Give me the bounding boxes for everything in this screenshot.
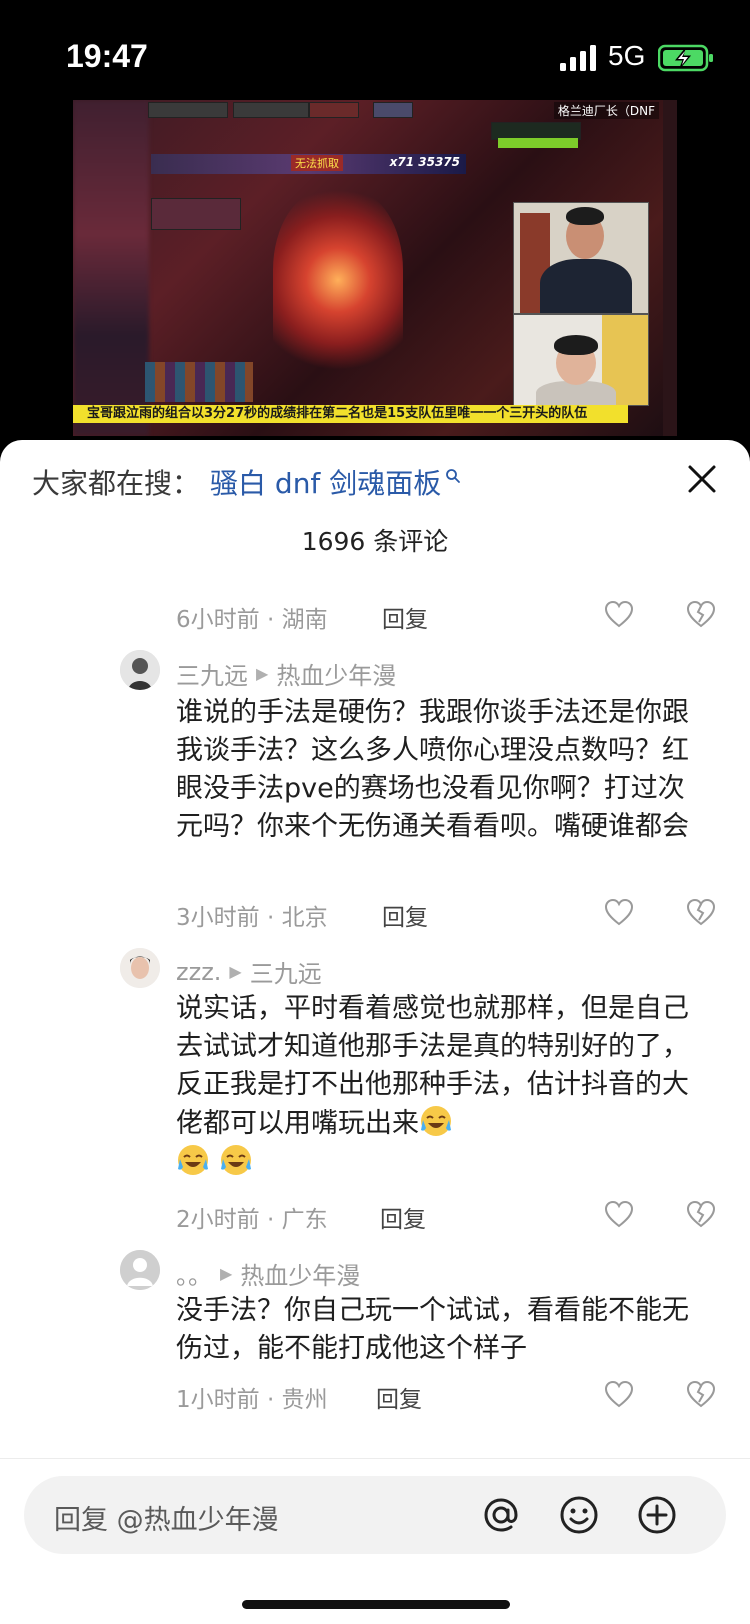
cellular-signal-icon [560,45,596,71]
broken-heart-icon[interactable] [686,600,716,628]
trending-search-prefix: 大家都在搜： [32,467,201,500]
score-tag: 无法抓取 [291,155,343,171]
network-type: 5G [608,40,646,71]
comment-text: 说实话，平时看着感觉也就那样，但是自己去试试才知道他那手法是真的特别好的了，反正… [176,990,696,1182]
avatar-image [120,948,160,988]
heart-outline-icon[interactable] [604,1200,634,1228]
reply-button[interactable]: 回复 [380,1200,426,1234]
at-icon[interactable] [478,1492,524,1538]
status-time: 19:47 [66,38,148,74]
cam-hair [554,335,598,355]
comment-text: 没手法？你自己玩一个试试，看看能不能无伤过，能不能打成他这个样子 [176,1295,689,1364]
reply-to-name[interactable]: 热血少年漫 [276,656,396,691]
streamer-cam-bottom [513,314,649,406]
broken-heart-icon[interactable] [686,1380,716,1408]
reply-button[interactable]: 回复 [382,600,428,634]
comment-author[interactable]: zzz. ▶ 三九远 [176,954,322,989]
cam-hair [566,207,604,225]
video-player[interactable]: 格兰迪厂长（DNF 无法抓取 x71 35375 宝哥跟泣雨的组合以3分27秒的… [0,100,750,440]
avatar[interactable] [120,948,160,988]
avatar[interactable] [120,650,160,690]
cam-shirt [540,259,632,313]
combo-score-bar: 无法抓取 x71 35375 [151,154,466,174]
comment-count: 1696 条评论 [301,527,449,556]
comment-meta: 1小时前 · 贵州 [176,1387,328,1413]
broken-heart-icon[interactable] [686,1200,716,1228]
status-bar: 19:47 5G [0,0,750,100]
reply-to-name[interactable]: 三九远 [250,954,322,989]
plus-circle-icon[interactable] [634,1492,680,1538]
reply-to-name[interactable]: 热血少年漫 [240,1256,360,1291]
reply-button[interactable]: 回复 [376,1380,422,1414]
default-avatar-icon [120,1250,160,1290]
video-side-blur [663,100,677,436]
reply-arrow-icon: ▶ [220,1264,233,1283]
video-subtitle: 宝哥跟泣雨的组合以3分27秒的成绩排在第二名也是15支队伍里唯一一个三开头的队伍 [73,405,628,423]
comment-list[interactable]: 6小时前 · 湖南 回复 三九远 ▶ 热血少年漫 谁说的手法是硬伤？我跟你谈手法… [0,570,750,1430]
reply-arrow-icon: ▶ [229,962,242,981]
smiley-icon[interactable] [556,1492,602,1538]
divider [0,1458,750,1459]
party-hp-bar [148,102,228,118]
heart-outline-icon[interactable] [604,600,634,628]
party-hp-bar [373,102,413,118]
skill-bar [145,362,253,402]
battery-charging-icon [658,44,713,72]
close-icon[interactable] [685,462,719,496]
boss-emblem [273,190,403,390]
reply-button[interactable]: 回复 [382,898,428,932]
comment-meta: 3小时前 · 北京 [176,905,328,931]
reply-input[interactable]: 回复 @热血少年漫 [54,1498,279,1537]
reply-arrow-icon: ▶ [256,664,269,683]
crying-laughing-emoji-icon [421,1106,451,1136]
video-frame[interactable]: 格兰迪厂长（DNF 无法抓取 x71 35375 宝哥跟泣雨的组合以3分27秒的… [73,100,677,436]
home-indicator[interactable] [242,1600,510,1609]
reply-input-bar[interactable]: 回复 @热血少年漫 [24,1476,726,1554]
crying-laughing-emoji-icon [178,1145,208,1175]
streamer-cam-top [513,202,649,314]
party-hp-bar [309,102,359,118]
trending-search-link[interactable]: 骚白 dnf 剑魂面板 [210,462,441,502]
author-name[interactable]: zzz. [176,958,221,986]
boss-bar [498,138,578,148]
comment-author[interactable]: 三九远 ▶ 热血少年漫 [176,656,396,691]
comment-text: 谁说的手法是硬伤？我跟你谈手法还是你跟我谈手法？这么多人喷你心理没点数吗？红眼没… [176,697,689,842]
comment-author[interactable]: 。。 ▶ 热血少年漫 [176,1256,360,1291]
author-name[interactable]: 。。 [176,1256,212,1291]
truncated-comment-text [176,570,576,586]
comment-meta: 6小时前 · 湖南 [176,607,328,633]
search-icon [446,469,461,483]
player-list [151,198,241,230]
broken-heart-icon[interactable] [686,898,716,926]
heart-outline-icon[interactable] [604,898,634,926]
avatar-image [120,650,160,690]
party-hp-bar [233,102,309,118]
avatar[interactable] [120,1250,160,1290]
crying-laughing-emoji-icon [220,1145,251,1175]
comment-sheet: 大家都在搜： 骚白 dnf 剑魂面板 1696 条评论 6小时前 · 湖南 回复 [0,440,750,1624]
trending-search[interactable]: 大家都在搜： 骚白 dnf 剑魂面板 [32,462,461,502]
comment-meta: 2小时前 · 广东 [176,1207,328,1233]
stream-title: 格兰迪厂长（DNF [553,102,659,119]
combo-score: x71 35375 [389,155,460,169]
heart-outline-icon[interactable] [604,1380,634,1408]
video-side-blur [73,100,149,436]
author-name[interactable]: 三九远 [176,656,248,691]
